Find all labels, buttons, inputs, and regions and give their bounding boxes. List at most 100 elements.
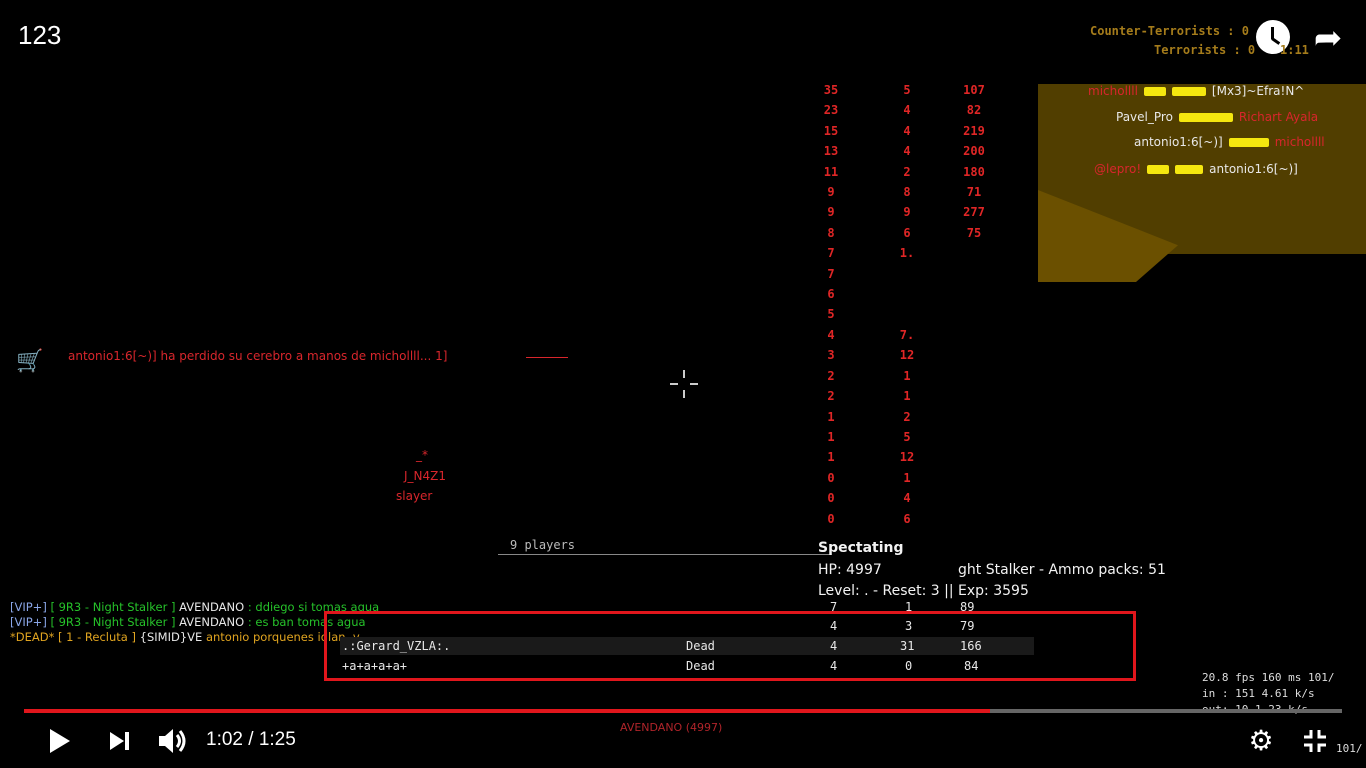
stat-value [956,284,992,304]
stat-value [956,447,992,467]
time-total: 1:25 [258,729,296,750]
stat-value: 0 [827,470,835,485]
stat-value: 4 [903,123,911,138]
stat-value: 277 [963,205,985,220]
chat-prefix: *DEAD* [10,630,55,644]
stats-column-kills: 35 23 15 13 11 9 9 8 7 7 6 5 4 3 2 2 1 1 1 0 0 0 [818,80,844,529]
volume-icon[interactable] [156,726,190,756]
level-readout: Level: . - Reset: 3 || Exp: 3595 [818,583,1029,599]
stat-value: 5 [903,429,911,444]
chat-tag: [ 1 - Recluta ] [58,630,136,644]
stat-value: 3 [827,348,835,363]
stat-value [894,264,920,284]
stat-value: 5 [903,83,911,97]
time-current: 1:02 [206,729,243,750]
stat-value: 2 [903,409,911,424]
chat-name: {SIMID}VE [139,630,203,644]
stat-value: 1 [827,450,835,465]
weapon-icon [1178,112,1233,122]
stat-value [894,284,920,304]
share-icon[interactable]: ➦ [1308,18,1348,58]
t-score: Terrorists : 0 [1154,43,1256,57]
exit-fullscreen-icon[interactable] [1300,726,1330,756]
stat-value: 23 [823,103,839,118]
time-separator: / [248,729,254,750]
weapon-icon [1147,164,1170,174]
weapon-icon [1175,164,1204,174]
netgraph-fps: 20.8 fps 160 ms 101/ [1202,671,1335,684]
stat-value: 219 [963,123,985,138]
spectated-player-name: AVENDANO (4997) [620,721,723,734]
stat-value [956,325,992,345]
shop-cart-icon: 🛒 [16,349,44,374]
stat-value: 180 [963,164,985,179]
crosshair-icon [670,370,698,398]
chat-tag: [ 9R3 - Night Stalker ] [50,615,176,629]
chat-prefix: [VIP+] [10,615,47,629]
stat-value: 7. [899,327,915,342]
stat-value [956,264,992,284]
weapon-icon [1228,137,1269,147]
killer-name: antonio1:6[~)] [1134,135,1223,149]
stat-value: 5 [827,307,835,322]
settings-icon[interactable]: ⚙ [1246,726,1276,756]
stat-value: 200 [963,144,985,159]
victim-name: antonio1:6[~)] [1209,162,1298,176]
class-ammo-readout: ght Stalker - Ammo packs: 51 [958,562,1166,578]
stat-value: 12 [899,348,915,363]
stats-column-deaths: 5 4 4 4 2 8 9 6 1. 7. 12 1 1 2 5 12 1 4 6 [894,80,920,529]
spectating-label: Spectating [818,540,904,556]
time-display: 1:02 / 1:25 [206,729,296,751]
chat-tag: [ 9R3 - Night Stalker ] [50,600,176,614]
stat-value: 13 [823,144,839,159]
ct-score: Counter-Terrorists : 0 [1090,24,1249,38]
stat-value: 9 [827,205,835,220]
stat-value: 2 [903,164,911,179]
kill-message-suffix: 1] [435,349,448,363]
netgraph-rate: 101/ [1336,742,1363,755]
chat-line: *DEAD* [ 1 - Recluta ] {SIMID}VE antonio… [10,630,360,644]
stat-value [956,509,992,529]
stat-value: 6 [903,511,911,526]
kill-feed-row: Pavel_Pro Richart Ayala [1116,110,1318,124]
video-title: 123 [18,20,62,50]
player-tag: slayer [396,489,433,503]
stat-value: 82 [966,103,982,118]
stat-value: 4 [827,327,835,342]
hp-readout: HP: 4997 [818,562,882,578]
stat-value: 1 [827,429,835,444]
stat-value: 8 [827,225,835,240]
victim-name: michollll [1274,135,1325,149]
divider [526,357,568,358]
stats-column-score: 107 82 219 200 180 71 277 75 [956,80,992,529]
chat-name: AVENDANO [179,600,245,614]
stat-value [956,243,992,263]
kill-feed-row: antonio1:6[~)] michollll [1134,135,1325,149]
netgraph-in: in : 151 4.61 k/s [1202,687,1315,700]
stat-value: 1 [903,368,911,383]
stat-value: 7 [827,266,835,281]
players-count: 9 players [498,538,830,555]
stat-value [894,304,920,324]
stat-value: 7 [827,246,835,261]
kill-message: antonio1:6[~)] ha perdido su cerebro a m… [68,349,447,363]
stat-value: 4 [903,491,911,506]
next-icon[interactable] [106,728,134,754]
stat-value [956,407,992,427]
stat-value [956,304,992,324]
stat-value: 107 [963,83,985,97]
play-icon[interactable] [44,726,74,756]
chat-name: AVENDANO [179,615,245,629]
stat-value: 8 [903,185,911,200]
stat-value [956,386,992,406]
weapon-icon [1143,86,1166,96]
killer-name: Pavel_Pro [1116,110,1173,124]
stat-value: 4 [903,144,911,159]
stat-value [956,488,992,508]
kill-message-text: antonio1:6[~)] ha perdido su cerebro a m… [68,349,432,363]
stat-value: 4 [903,103,911,118]
stat-value: 9 [827,185,835,200]
victim-name: [Mx3]~Efra!N^ [1211,84,1305,98]
stat-value: 1 [903,389,911,404]
stat-value: 15 [823,123,839,138]
